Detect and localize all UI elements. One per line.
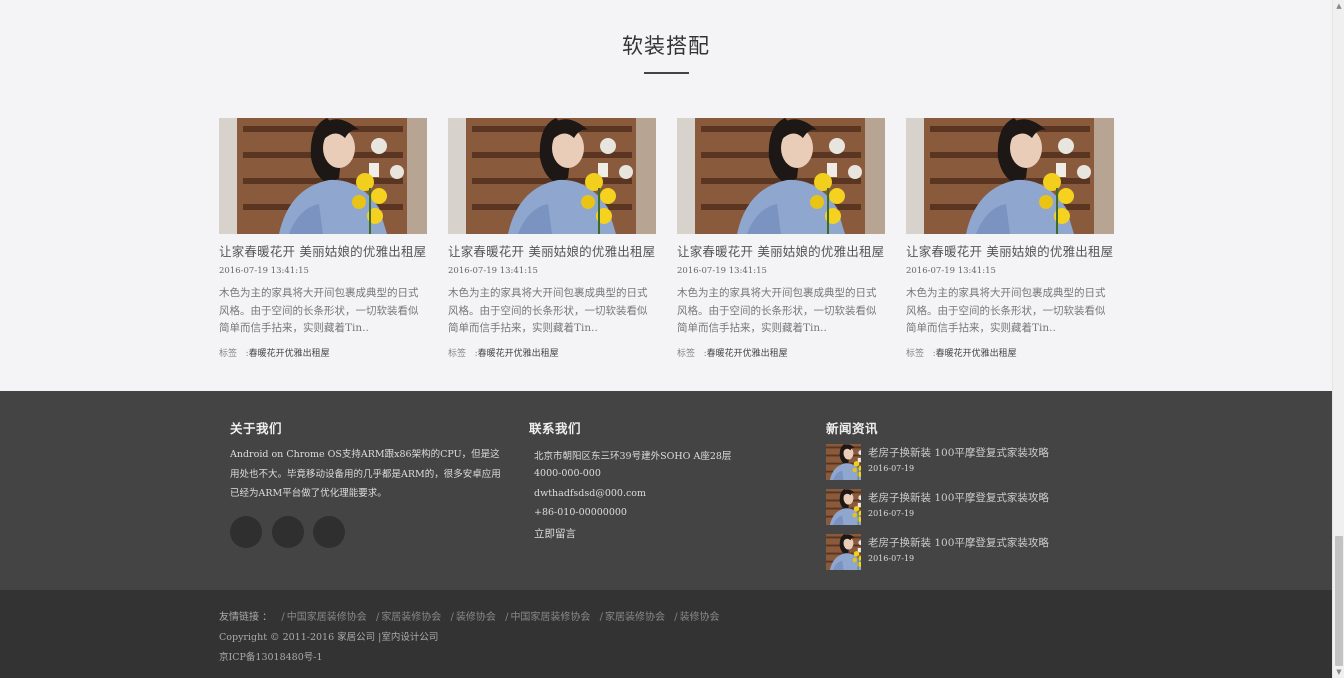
about-title: 关于我们 <box>230 421 283 436</box>
article-card[interactable]: 让家春暖花开 美丽姑娘的优雅出租屋 2016-07-19 13:41:15 木色… <box>906 118 1114 359</box>
copyright: Copyright © 2011-2016 家居公司 |室内设计公司 <box>219 632 439 643</box>
about-text: Android on Chrome OS支持ARM跟x86架构的CPU，但是这用… <box>230 449 501 499</box>
bottom-bar: 友情链接 ： / 中国家居装修协会 / 家居装修协会 / 装修协会 / 中国家居装修协会… <box>0 590 1332 678</box>
article-date: 2016-07-19 13:41:15 <box>906 266 996 276</box>
vertical-scrollbar[interactable]: ▲ ▼ <box>1332 0 1344 678</box>
article-date: 2016-07-19 13:41:15 <box>677 266 767 276</box>
news-item-title[interactable]: 老房子换新装 100平摩登复式家装攻略 <box>868 535 1049 550</box>
article-card[interactable]: 让家春暖花开 美丽姑娘的优雅出租屋 2016-07-19 13:41:15 木色… <box>448 118 656 359</box>
social-icon[interactable] <box>230 516 262 548</box>
article-title[interactable]: 让家春暖花开 美丽姑娘的优雅出租屋 <box>219 241 427 260</box>
friend-link[interactable]: 装修协会 <box>680 612 720 623</box>
article-title[interactable]: 让家春暖花开 美丽姑娘的优雅出租屋 <box>677 241 885 260</box>
friend-link[interactable]: 家居装修协会 <box>381 612 441 623</box>
article-card[interactable]: 让家春暖花开 美丽姑娘的优雅出租屋 2016-07-19 13:41:15 木色… <box>219 118 427 359</box>
social-icon[interactable] <box>313 516 345 548</box>
scroll-down-icon[interactable]: ▼ <box>1333 666 1344 678</box>
article-description: 木色为主的家具将大开间包裹成典型的日式风格。由于空间的长条形状，一切软装看似简单… <box>448 287 648 334</box>
tag-separator: : <box>468 349 478 359</box>
site-footer: 关于我们 Android on Chrome OS支持ARM跟x86架构的CPU… <box>0 391 1332 590</box>
article-description: 木色为主的家具将大开间包裹成典型的日式风格。由于空间的长条形状，一切软装看似简单… <box>906 287 1106 334</box>
article-tags: 标签 :春暖花开优雅出租屋 <box>677 346 885 359</box>
icp-number[interactable]: 京ICP备13018480号-1 <box>219 649 323 663</box>
scrollbar-thumb[interactable] <box>1335 536 1343 666</box>
news-item-date: 2016-07-19 <box>868 554 915 563</box>
contact-email[interactable]: dwthadfsdsd@000.com <box>534 488 646 499</box>
title-underline <box>644 72 689 74</box>
tag-separator: : <box>239 349 249 359</box>
contact-title: 联系我们 <box>529 421 582 436</box>
news-item[interactable]: 老房子换新装 100平摩登复式家装攻略 2016-07-19 <box>826 534 1086 570</box>
news-item-title[interactable]: 老房子换新装 100平摩登复式家装攻略 <box>868 490 1049 505</box>
social-icon[interactable] <box>272 516 304 548</box>
article-photo[interactable] <box>677 118 885 234</box>
news-item-title[interactable]: 老房子换新装 100平摩登复式家装攻略 <box>868 445 1049 460</box>
article-card[interactable]: 让家春暖花开 美丽姑娘的优雅出租屋 2016-07-19 13:41:15 木色… <box>677 118 885 359</box>
article-date: 2016-07-19 13:41:15 <box>219 266 309 276</box>
news-thumbnail[interactable] <box>826 489 861 525</box>
tag-link[interactable]: 春暖花开优雅出租屋 <box>249 349 330 359</box>
article-description: 木色为主的家具将大开间包裹成典型的日式风格。由于空间的长条形状，一切软装看似简单… <box>219 287 419 334</box>
news-item[interactable]: 老房子换新装 100平摩登复式家装攻略 2016-07-19 <box>826 489 1086 525</box>
section-title: 软装搭配 <box>622 34 710 58</box>
contact-address: 北京市朝阳区东三环39号建外SOHO A座28层 <box>534 451 732 462</box>
news-thumbnail[interactable] <box>826 534 861 570</box>
article-photo[interactable] <box>448 118 656 234</box>
tag-label: 标签 <box>677 349 696 359</box>
article-tags: 标签 :春暖花开优雅出租屋 <box>219 346 427 359</box>
news-item-date: 2016-07-19 <box>868 509 915 518</box>
tag-separator: : <box>926 349 936 359</box>
tag-separator: : <box>697 349 707 359</box>
news-item[interactable]: 老房子换新装 100平摩登复式家装攻略 2016-07-19 <box>826 444 1086 480</box>
link-separator: / <box>674 612 678 623</box>
link-separator: / <box>281 612 285 623</box>
contact-phone: 4000-000-000 <box>534 468 601 479</box>
article-description: 木色为主的家具将大开间包裹成典型的日式风格。由于空间的长条形状，一切软装看似简单… <box>677 287 877 334</box>
tag-link[interactable]: 春暖花开优雅出租屋 <box>707 349 788 359</box>
article-photo[interactable] <box>219 118 427 234</box>
link-separator: / <box>505 612 509 623</box>
news-item-date: 2016-07-19 <box>868 464 915 473</box>
tag-label: 标签 <box>448 349 467 359</box>
soft-decoration-section: 软装搭配 让家春暖花开 美丽姑娘的优雅出租屋 2016-07-19 13:41:… <box>0 0 1332 391</box>
scroll-up-icon[interactable]: ▲ <box>1333 0 1344 12</box>
tag-label: 标签 <box>219 349 238 359</box>
friend-links-label: 友情链接 ： <box>219 612 273 623</box>
friend-link[interactable]: 装修协会 <box>456 612 496 623</box>
tag-link[interactable]: 春暖花开优雅出租屋 <box>936 349 1017 359</box>
link-separator: / <box>599 612 603 623</box>
contact-tel: +86-010-00000000 <box>534 507 627 518</box>
news-thumbnail[interactable] <box>826 444 861 480</box>
link-separator: / <box>375 612 380 623</box>
news-title: 新闻资讯 <box>826 421 879 436</box>
friend-links: 友情链接 ： / 中国家居装修协会 / 家居装修协会 / 装修协会 / 中国家居装修协会… <box>219 608 720 623</box>
article-tags: 标签 :春暖花开优雅出租屋 <box>906 346 1114 359</box>
friend-link[interactable]: 中国家居装修协会 <box>287 612 367 623</box>
article-title[interactable]: 让家春暖花开 美丽姑娘的优雅出租屋 <box>448 241 656 260</box>
article-date: 2016-07-19 13:41:15 <box>448 266 538 276</box>
tag-link[interactable]: 春暖花开优雅出租屋 <box>478 349 559 359</box>
tag-label: 标签 <box>906 349 925 359</box>
friend-link[interactable]: 家居装修协会 <box>605 612 665 623</box>
article-photo[interactable] <box>906 118 1114 234</box>
leave-message-link[interactable]: 立即留言 <box>534 526 576 541</box>
article-title[interactable]: 让家春暖花开 美丽姑娘的优雅出租屋 <box>906 241 1114 260</box>
friend-link[interactable]: 中国家居装修协会 <box>510 612 590 623</box>
article-tags: 标签 :春暖花开优雅出租屋 <box>448 346 656 359</box>
link-separator: / <box>450 612 454 623</box>
